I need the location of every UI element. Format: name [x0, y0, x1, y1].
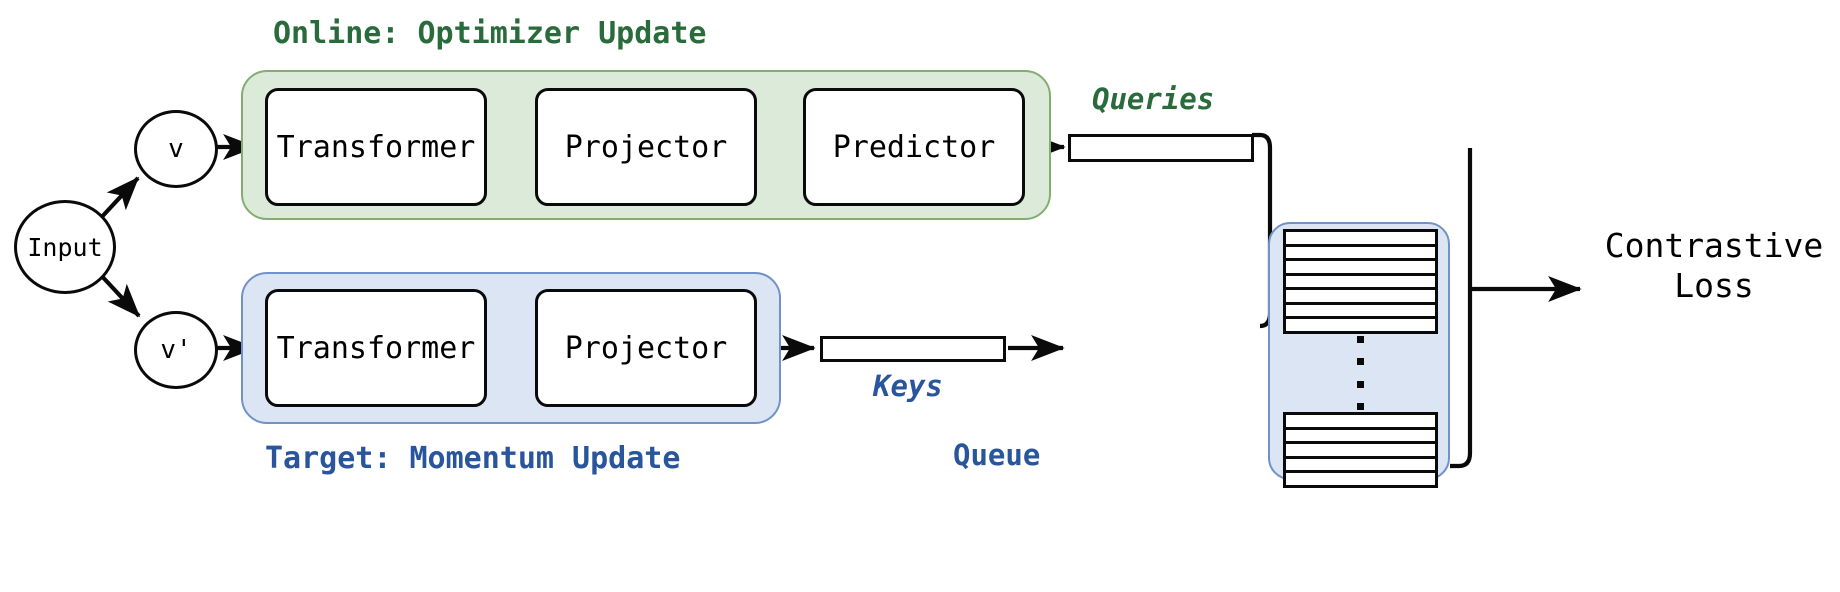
target-branch-title-text: Target: Momentum Update: [265, 441, 681, 476]
queue-top-slots: [1283, 229, 1438, 334]
ellipsis-dot: [1356, 380, 1364, 388]
online-module-transformer[interactable]: Transformer: [265, 88, 487, 206]
keys-vector-bar-real: [820, 336, 1006, 362]
edge-input-to-v: [96, 176, 140, 223]
node-view-target[interactable]: v': [134, 311, 218, 389]
online-module-projector[interactable]: Projector: [535, 88, 757, 206]
keys-label-text: Keys: [873, 369, 943, 403]
target-branch-title: Target: Momentum Update: [265, 442, 680, 476]
queries-label: Queries: [1092, 83, 1214, 115]
queue-label: Queue: [953, 439, 1040, 471]
queue-bottom-slots: [1283, 412, 1438, 488]
queue-slot: [1286, 458, 1435, 474]
queue-slot: [1286, 319, 1435, 332]
node-view-target-label: v': [160, 335, 192, 365]
online-module-predictor[interactable]: Predictor: [803, 88, 1025, 206]
queue-label-text: Queue: [953, 438, 1041, 472]
queue-slot: [1286, 415, 1435, 430]
node-view-online[interactable]: v: [134, 110, 218, 188]
queue-slot: [1286, 232, 1435, 247]
online-module-predictor-label: Predictor: [832, 129, 996, 165]
edge-input-to-vprime: [96, 270, 141, 318]
edge-queue-to-loss: [1450, 148, 1473, 469]
contrastive-loss-line2: Loss: [1674, 266, 1754, 306]
online-module-projector-label: Projector: [564, 129, 728, 165]
queue-slot: [1286, 261, 1435, 276]
ellipsis-dot: [1356, 402, 1364, 410]
target-module-projector[interactable]: Projector: [535, 289, 757, 407]
queue-slot: [1286, 275, 1435, 291]
target-module-projector-label: Projector: [564, 330, 728, 366]
online-branch-title: Online: Optimizer Update: [273, 17, 706, 51]
queue-slot: [1286, 290, 1435, 305]
online-module-transformer-label: Transformer: [276, 129, 476, 165]
queue-slot: [1286, 429, 1435, 445]
node-input-label: Input: [27, 232, 103, 262]
contrastive-loss-line1: Contrastive: [1604, 226, 1824, 265]
node-view-online-label: v: [168, 134, 184, 164]
queries-label-text: Queries: [1092, 82, 1215, 116]
queries-vector-bar: [1068, 134, 1254, 162]
node-input[interactable]: Input: [14, 200, 116, 294]
ellipsis-dot: [1356, 336, 1364, 343]
queue-slot: [1286, 444, 1435, 459]
queue-slot: [1286, 473, 1435, 485]
online-branch-title-text: Online: Optimizer Update: [273, 16, 707, 51]
queue-ellipsis: [1356, 336, 1364, 410]
target-module-transformer[interactable]: Transformer: [265, 289, 487, 407]
queue-slot: [1286, 246, 1435, 262]
ellipsis-dot: [1356, 358, 1364, 366]
contrastive-loss-label: Contrastive Loss: [1594, 226, 1834, 307]
target-module-transformer-label: Transformer: [276, 330, 476, 366]
keys-label: Keys: [873, 370, 943, 402]
diagram-canvas: Input v v' Transformer Projector Predict…: [0, 0, 1840, 592]
queue-slot: [1286, 304, 1435, 320]
